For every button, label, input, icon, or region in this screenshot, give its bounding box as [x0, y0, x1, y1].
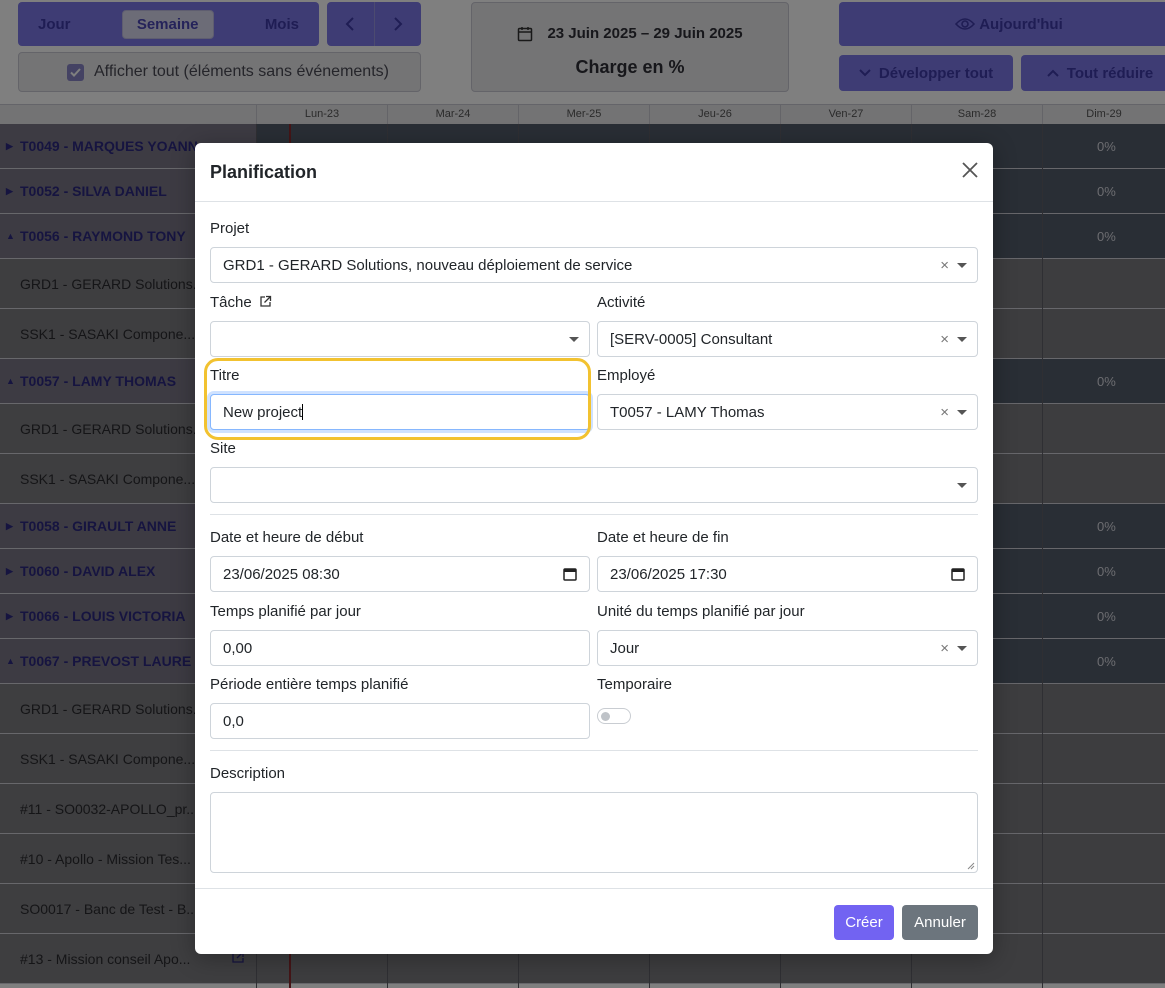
calendar-icon[interactable] [951, 567, 965, 581]
resize-handle-icon[interactable] [967, 862, 975, 870]
whole-period-label: Période entière temps planifié [210, 676, 409, 693]
page: Jour Semaine Mois Afficher tout (élément… [0, 0, 1165, 988]
site-label: Site [210, 440, 236, 457]
activity-value: [SERV-0005] Consultant [610, 330, 773, 348]
unit-value: Jour [610, 639, 640, 657]
start-datetime-input[interactable]: 23/06/2025 08:30 [210, 556, 590, 592]
clear-icon[interactable]: × [940, 404, 949, 421]
modal-footer: Créer Annuler [195, 888, 993, 954]
planification-modal: Planification Projet GRD1 - GERARD Solut… [195, 143, 993, 954]
modal-title: Planification [210, 161, 318, 182]
task-select[interactable] [210, 321, 590, 357]
cancel-button[interactable]: Annuler [902, 905, 978, 940]
activity-select[interactable]: [SERV-0005] Consultant × [597, 321, 978, 357]
close-button[interactable] [961, 161, 979, 184]
time-per-day-value: 0,00 [223, 639, 253, 657]
divider [210, 750, 978, 751]
end-label: Date et heure de fin [597, 529, 729, 546]
employee-select[interactable]: T0057 - LAMY Thomas × [597, 394, 978, 430]
project-select[interactable]: GRD1 - GERARD Solutions, nouveau déploie… [210, 247, 978, 283]
description-label: Description [210, 765, 286, 782]
close-icon [962, 162, 978, 178]
task-label-text: Tâche [210, 294, 252, 311]
calendar-icon[interactable] [563, 567, 577, 581]
employee-value: T0057 - LAMY Thomas [610, 403, 765, 421]
clear-icon[interactable]: × [940, 257, 949, 274]
site-select[interactable] [210, 467, 978, 503]
divider [210, 514, 978, 515]
modal-header: Planification [195, 143, 993, 202]
dropdown-arrow-icon [957, 410, 967, 415]
start-label: Date et heure de début [210, 529, 364, 546]
dropdown-arrow-icon [957, 337, 967, 342]
start-value: 23/06/2025 08:30 [223, 565, 340, 583]
end-datetime-input[interactable]: 23/06/2025 17:30 [597, 556, 978, 592]
clear-icon[interactable]: × [940, 640, 949, 657]
whole-period-input[interactable]: 0,0 [210, 703, 590, 739]
employee-label: Employé [597, 367, 656, 384]
time-per-day-label: Temps planifié par jour [210, 603, 361, 620]
temporary-switch[interactable] [597, 708, 631, 724]
dropdown-arrow-icon [957, 483, 967, 488]
project-value: GRD1 - GERARD Solutions, nouveau déploie… [223, 256, 633, 274]
description-textarea[interactable] [210, 792, 978, 873]
dropdown-arrow-icon [957, 646, 967, 651]
project-label: Projet [210, 220, 250, 237]
unit-label: Unité du temps planifié par jour [597, 603, 805, 620]
unit-select[interactable]: Jour × [597, 630, 978, 666]
external-link-icon[interactable] [259, 295, 272, 308]
task-label: Tâche [210, 294, 272, 311]
switch-knob [601, 712, 610, 721]
dropdown-arrow-icon [569, 337, 579, 342]
time-per-day-input[interactable]: 0,00 [210, 630, 590, 666]
focus-highlight [204, 358, 591, 440]
create-button[interactable]: Créer [834, 905, 894, 940]
clear-icon[interactable]: × [940, 331, 949, 348]
activity-label: Activité [597, 294, 646, 311]
temporary-label: Temporaire [597, 676, 673, 693]
end-value: 23/06/2025 17:30 [610, 565, 727, 583]
whole-period-value: 0,0 [223, 712, 244, 730]
dropdown-arrow-icon [957, 263, 967, 268]
